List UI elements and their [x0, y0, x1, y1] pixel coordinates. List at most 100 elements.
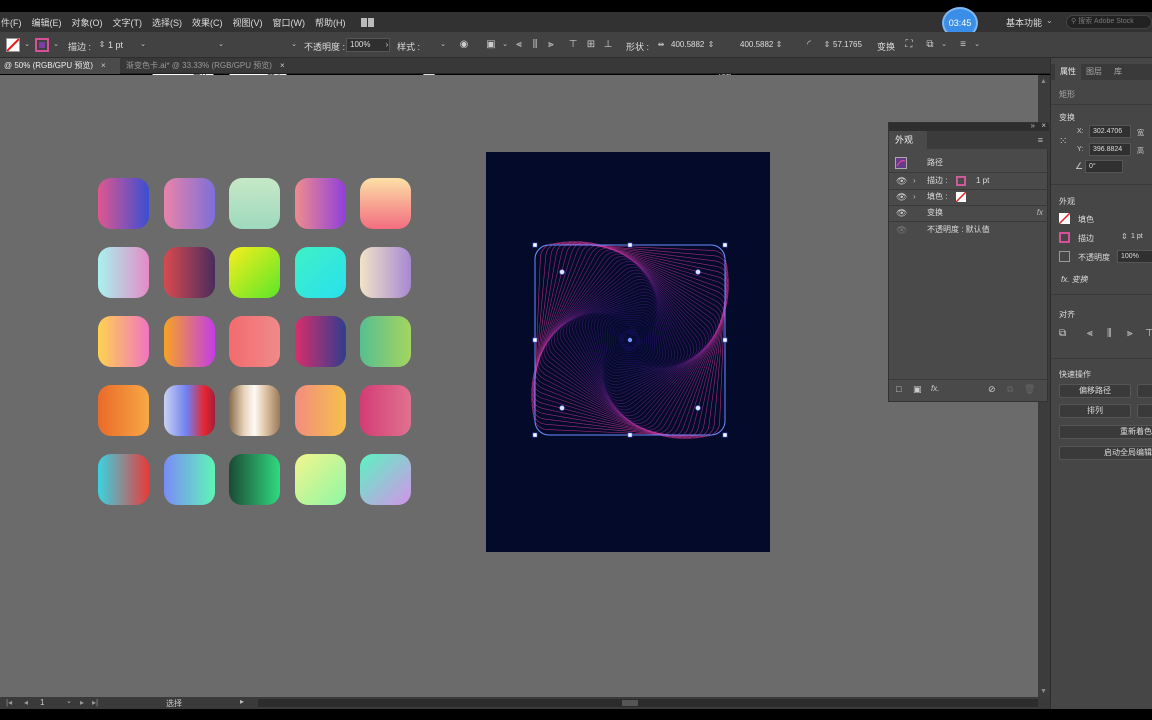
chevron-right-icon[interactable]: › [380, 38, 394, 52]
arrange-button[interactable]: 排列 [1059, 404, 1131, 418]
add-stroke-icon[interactable]: □ [896, 384, 901, 394]
duplicate-item-icon[interactable]: ⧉ [1007, 384, 1013, 395]
resize-handle[interactable] [532, 242, 538, 248]
previous-page-icon[interactable]: |◂ [6, 698, 12, 707]
shape-width-value[interactable]: 400.5882 [671, 40, 704, 49]
align-middle-icon[interactable]: ⊞ [584, 38, 598, 52]
fx-icon[interactable]: fx [1037, 205, 1043, 221]
gradient-swatch[interactable] [98, 454, 149, 505]
menu-window[interactable]: 窗口(W) [268, 16, 311, 29]
resize-handle[interactable] [627, 242, 633, 248]
appearance-object-row[interactable]: 路径 [889, 155, 1049, 171]
stroke-swatch-icon[interactable] [956, 176, 966, 186]
scroll-down-icon[interactable]: ▼ [1040, 688, 1047, 695]
chevron-down-icon[interactable]: ⌄ [970, 38, 984, 52]
fill-none-swatch-icon[interactable] [1059, 213, 1070, 224]
gradient-swatch[interactable] [229, 316, 280, 367]
close-icon[interactable]: × [1041, 121, 1046, 130]
trash-icon[interactable]: 🗑 [1024, 384, 1035, 395]
gradient-swatch[interactable] [229, 247, 280, 298]
visibility-eye-icon[interactable]: 👁 [896, 189, 907, 205]
appearance-fill-row[interactable]: 👁 › 填色 : [889, 189, 1049, 205]
stepper-icon[interactable]: ⇕ [772, 38, 786, 52]
shape-height-value[interactable]: 400.5882 [740, 40, 773, 49]
stroke-weight-value[interactable]: 1 pt [108, 40, 123, 50]
menu-object[interactable]: 对象(O) [67, 16, 108, 29]
status-menu-icon[interactable]: ▸ [240, 697, 244, 706]
fx-transform-effect[interactable]: fx. 变换 [1061, 274, 1088, 285]
workspace-switcher[interactable]: 基本功能 [1006, 16, 1042, 29]
start-global-edit-button[interactable]: 启动全局编辑 [1059, 446, 1152, 460]
chevron-down-icon[interactable]: ⌄ [20, 38, 34, 52]
stepper-icon[interactable]: ⇕ [1121, 232, 1128, 241]
arrange-icon[interactable]: ⧉ [923, 38, 937, 52]
recolor-artwork-icon[interactable]: ◉ [457, 38, 471, 52]
menu-help[interactable]: 帮助(H) [310, 16, 351, 29]
align-center-icon[interactable]: ⫼ [1107, 328, 1112, 339]
stock-search-input[interactable]: ⚲ 搜索 Adobe Stock [1066, 15, 1152, 29]
gradient-swatch[interactable] [360, 454, 411, 505]
gradient-swatch[interactable] [294, 178, 346, 229]
stroke-color-icon[interactable] [35, 38, 49, 52]
chevron-down-icon[interactable]: ⌄ [1046, 16, 1053, 25]
gradient-swatch[interactable] [98, 385, 149, 436]
chevron-down-icon[interactable]: ⌄ [66, 697, 72, 705]
arrange-documents-icon[interactable] [360, 17, 375, 27]
corner-widget[interactable] [559, 405, 565, 411]
opacity-label[interactable]: 不透明度 [1078, 252, 1110, 263]
opacity-icon[interactable] [1059, 251, 1070, 262]
panel-menu-icon[interactable]: ≡ [956, 38, 970, 52]
offset-path-button[interactable]: 偏移路径 [1059, 384, 1131, 398]
stepper-icon[interactable]: ⇕ [820, 38, 834, 52]
tab-properties[interactable]: 属性 [1055, 64, 1081, 80]
align-left-icon[interactable]: ⫷ [1087, 328, 1093, 339]
rotate-angle-input[interactable]: 0° [1085, 160, 1123, 173]
chevron-down-icon[interactable]: ⌄ [436, 38, 450, 52]
panel-menu-icon[interactable]: ≡ [1038, 135, 1043, 145]
stroke-swatch-icon[interactable] [1059, 232, 1070, 243]
expand-button[interactable] [1137, 384, 1152, 398]
resize-handle[interactable] [722, 242, 728, 248]
next-icon[interactable]: ▸ [80, 698, 84, 707]
gradient-swatch[interactable] [360, 178, 411, 229]
recolor-button[interactable]: 重新着色 [1059, 425, 1152, 439]
gradient-swatch[interactable] [163, 454, 215, 505]
align-right-icon[interactable]: ⫸ [1127, 328, 1133, 339]
horizontal-scrollbar[interactable] [258, 699, 1038, 707]
gradient-swatch[interactable] [163, 385, 215, 436]
isolate-icon[interactable]: ⛶ [902, 38, 916, 52]
stepper-icon[interactable]: ⇕ [704, 38, 718, 52]
visibility-eye-icon[interactable]: 👁 [896, 205, 907, 221]
gradient-swatch[interactable] [360, 316, 411, 367]
chevron-down-icon[interactable]: ⌄ [937, 38, 951, 52]
gradient-swatch[interactable] [98, 178, 149, 229]
opacity-label[interactable]: 不透明度 : [304, 40, 345, 53]
gradient-swatch[interactable] [98, 316, 149, 367]
stepper-icon[interactable]: ⇕ [95, 38, 109, 52]
gradient-swatch[interactable] [294, 385, 346, 436]
resize-handle[interactable] [722, 337, 728, 343]
appearance-opacity-row[interactable]: 👁 不透明度 : 默认值 [889, 222, 1049, 238]
appearance-effect-row[interactable]: 👁 变换 fx [889, 205, 1049, 221]
tab-layers[interactable]: 图层 [1081, 64, 1107, 80]
collapse-icon[interactable]: » [1031, 121, 1035, 130]
gradient-swatch[interactable] [229, 454, 280, 505]
resize-handle[interactable] [532, 432, 538, 438]
gradient-swatch[interactable] [163, 316, 215, 367]
chevron-down-icon[interactable]: ⌄ [498, 38, 512, 52]
stroke-weight-value[interactable]: 1 pt [976, 173, 989, 189]
chevron-down-icon[interactable]: ⌄ [214, 38, 228, 52]
close-icon[interactable]: × [101, 61, 106, 70]
gradient-swatch[interactable] [229, 178, 280, 229]
visibility-eye-icon[interactable]: 👁 [896, 222, 907, 238]
corner-radius-value[interactable]: 57.1765 [833, 40, 862, 49]
panel-header[interactable]: » × [889, 121, 1049, 131]
gradient-swatch[interactable] [229, 385, 280, 436]
menu-view[interactable]: 视图(V) [228, 16, 268, 29]
gradient-swatch[interactable] [294, 316, 346, 367]
chevron-right-icon[interactable]: › [913, 189, 916, 205]
tab-current-document[interactable]: @ 50% (RGB/GPU 预览) × [0, 58, 120, 74]
fill-none-swatch-icon[interactable] [956, 192, 966, 202]
align-bottom-icon[interactable]: ⊥ [601, 38, 615, 52]
next-page-icon[interactable]: ▸| [92, 698, 98, 707]
